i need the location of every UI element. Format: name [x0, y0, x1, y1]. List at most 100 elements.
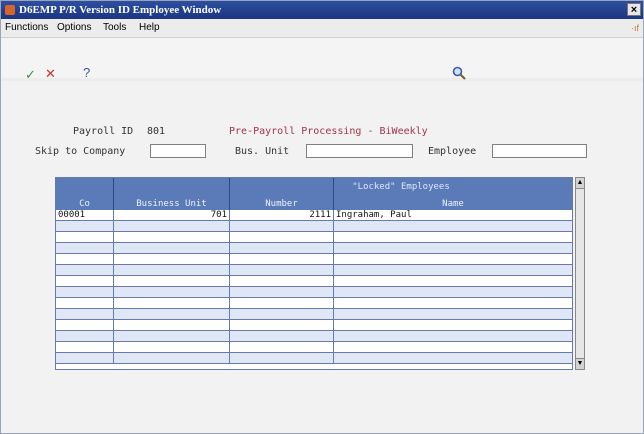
- cell-name[interactable]: [334, 309, 572, 320]
- search-icon[interactable]: [452, 66, 466, 80]
- cancel-icon[interactable]: ✕: [45, 66, 56, 82]
- process-title: Pre-Payroll Processing - BiWeekly: [229, 126, 428, 137]
- cell-co[interactable]: [56, 287, 114, 298]
- cell-co[interactable]: [56, 243, 114, 254]
- cell-name[interactable]: [334, 265, 572, 276]
- col-header-name[interactable]: Name: [334, 178, 572, 210]
- col-header-co[interactable]: Co: [56, 178, 114, 210]
- cell-number[interactable]: [230, 254, 334, 265]
- skip-company-label: Skip to Company: [35, 146, 126, 157]
- table-row[interactable]: [56, 243, 572, 254]
- cell-co[interactable]: [56, 309, 114, 320]
- window-title: D6EMP P/R Version ID Employee Window: [19, 4, 222, 16]
- title-bar[interactable]: D6EMP P/R Version ID Employee Window ×: [1, 1, 643, 19]
- cell-name[interactable]: [334, 298, 572, 309]
- cell-co[interactable]: [56, 298, 114, 309]
- table-row[interactable]: [56, 320, 572, 331]
- cell-business-unit[interactable]: [114, 342, 230, 353]
- cell-number[interactable]: [230, 320, 334, 331]
- cell-name[interactable]: [334, 232, 572, 243]
- table-row[interactable]: [56, 353, 572, 364]
- toolbar: [1, 38, 643, 78]
- cell-name[interactable]: Ingraham, Paul: [334, 210, 572, 221]
- cell-number[interactable]: [230, 353, 334, 364]
- cell-number[interactable]: [230, 309, 334, 320]
- cell-business-unit[interactable]: [114, 276, 230, 287]
- employee-field[interactable]: [492, 144, 587, 158]
- col-header-number[interactable]: Number: [230, 178, 334, 210]
- table-row[interactable]: [56, 254, 572, 265]
- menu-options[interactable]: Options: [57, 19, 91, 37]
- cell-name[interactable]: [334, 353, 572, 364]
- cell-co[interactable]: [56, 221, 114, 232]
- table-row[interactable]: [56, 232, 572, 243]
- cell-business-unit[interactable]: [114, 232, 230, 243]
- cell-business-unit[interactable]: [114, 243, 230, 254]
- help-icon[interactable]: ?: [83, 65, 90, 80]
- menu-tools[interactable]: Tools: [103, 19, 126, 37]
- cell-number[interactable]: [230, 243, 334, 254]
- cell-business-unit[interactable]: [114, 320, 230, 331]
- bus-unit-field[interactable]: [306, 144, 413, 158]
- payroll-id-value: 801: [147, 126, 166, 137]
- cell-name[interactable]: [334, 243, 572, 254]
- cell-name[interactable]: [334, 276, 572, 287]
- table-row[interactable]: [56, 342, 572, 353]
- cell-name[interactable]: [334, 320, 572, 331]
- table-row[interactable]: [56, 276, 572, 287]
- table-row[interactable]: [56, 265, 572, 276]
- cell-co[interactable]: [56, 353, 114, 364]
- scroll-down-arrow-icon[interactable]: ▼: [576, 358, 584, 369]
- table-row[interactable]: [56, 287, 572, 298]
- cell-business-unit[interactable]: [114, 287, 230, 298]
- cell-business-unit[interactable]: [114, 309, 230, 320]
- cell-co[interactable]: 00001: [56, 210, 114, 221]
- cell-number[interactable]: [230, 342, 334, 353]
- cell-number[interactable]: 2111: [230, 210, 334, 221]
- table-row[interactable]: [56, 309, 572, 320]
- skip-company-field[interactable]: [150, 144, 206, 158]
- cell-name[interactable]: [334, 287, 572, 298]
- cell-number[interactable]: [230, 287, 334, 298]
- cell-co[interactable]: [56, 320, 114, 331]
- table-row[interactable]: [56, 298, 572, 309]
- cell-co[interactable]: [56, 342, 114, 353]
- cell-name[interactable]: [334, 221, 572, 232]
- cell-name[interactable]: [334, 331, 572, 342]
- bus-unit-label: Bus. Unit: [235, 146, 290, 157]
- employee-window: D6EMP P/R Version ID Employee Window × F…: [0, 0, 644, 434]
- table-row[interactable]: 00001 701 2111 Ingraham, Paul: [56, 210, 572, 221]
- close-button[interactable]: ×: [627, 3, 641, 16]
- col-header-business-unit[interactable]: Business Unit: [114, 178, 230, 210]
- menu-right-glyph: ·ıf: [631, 23, 639, 33]
- menu-bar: Functions Options Tools Help ·ıf: [1, 19, 643, 38]
- cell-business-unit[interactable]: [114, 254, 230, 265]
- cell-co[interactable]: [56, 331, 114, 342]
- cell-business-unit[interactable]: [114, 265, 230, 276]
- cell-business-unit[interactable]: [114, 221, 230, 232]
- cell-co[interactable]: [56, 265, 114, 276]
- grid-header: Co Business Unit Number Name "Locked" Em…: [56, 178, 572, 210]
- app-icon: [5, 5, 15, 15]
- cell-business-unit[interactable]: 701: [114, 210, 230, 221]
- cell-business-unit[interactable]: [114, 331, 230, 342]
- grid-scrollbar[interactable]: ▲ ▼: [575, 177, 585, 370]
- cell-number[interactable]: [230, 221, 334, 232]
- table-row[interactable]: [56, 221, 572, 232]
- cell-number[interactable]: [230, 298, 334, 309]
- cell-number[interactable]: [230, 331, 334, 342]
- cell-business-unit[interactable]: [114, 298, 230, 309]
- cell-co[interactable]: [56, 232, 114, 243]
- cell-name[interactable]: [334, 342, 572, 353]
- cell-name[interactable]: [334, 254, 572, 265]
- cell-number[interactable]: [230, 232, 334, 243]
- menu-help[interactable]: Help: [139, 19, 160, 37]
- cell-number[interactable]: [230, 276, 334, 287]
- scroll-up-arrow-icon[interactable]: ▲: [576, 178, 584, 189]
- cell-business-unit[interactable]: [114, 353, 230, 364]
- cell-number[interactable]: [230, 265, 334, 276]
- table-row[interactable]: [56, 331, 572, 342]
- cell-co[interactable]: [56, 254, 114, 265]
- menu-functions[interactable]: Functions: [5, 19, 48, 37]
- cell-co[interactable]: [56, 276, 114, 287]
